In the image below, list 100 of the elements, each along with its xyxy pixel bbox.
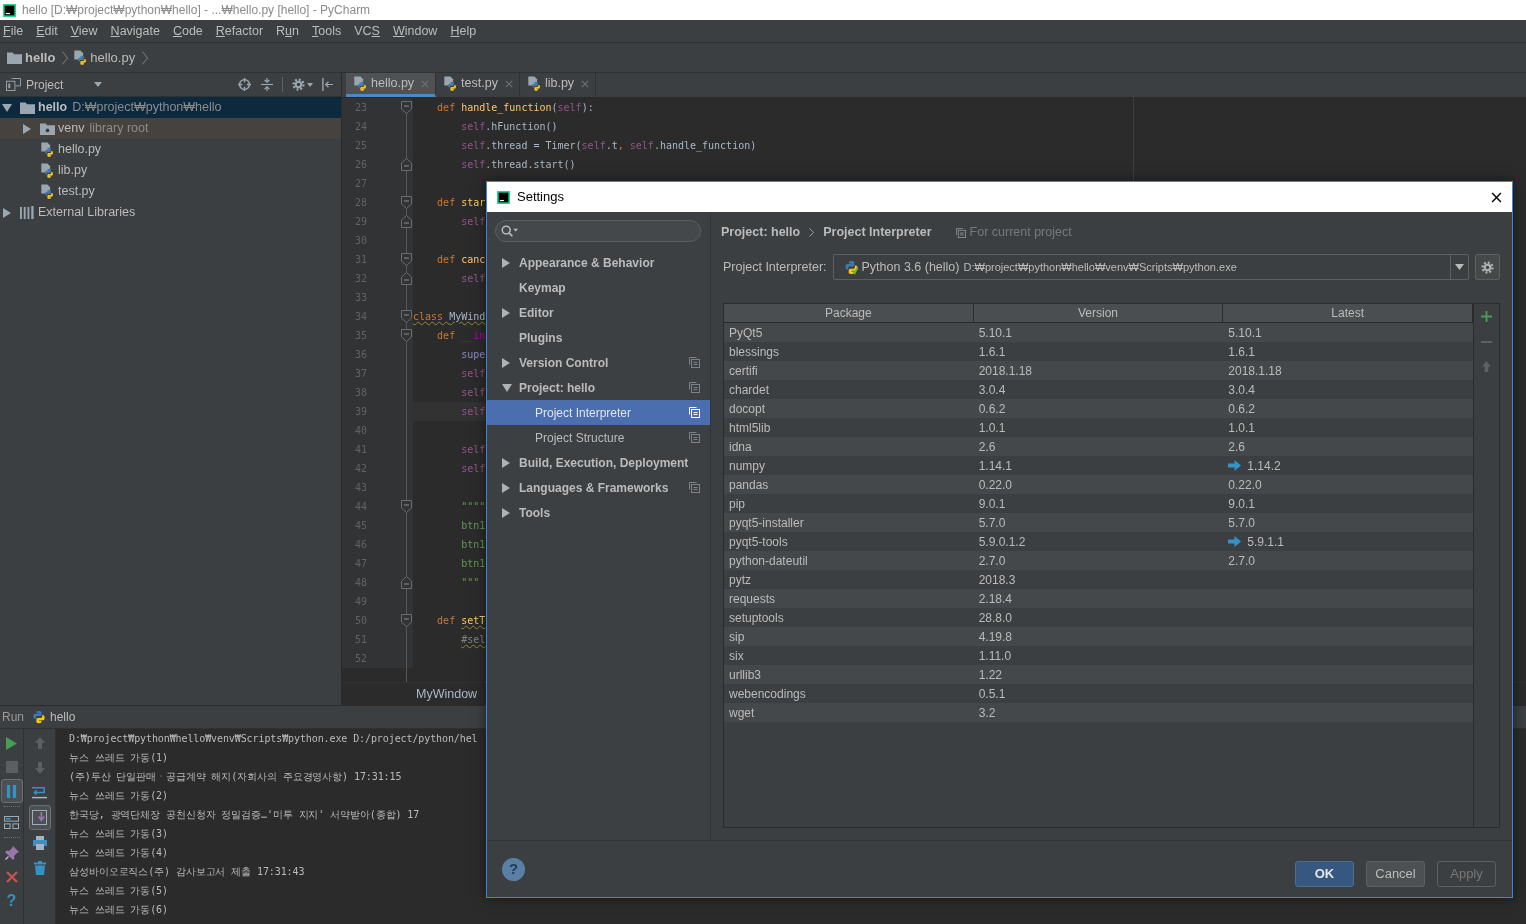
console-line: 한국당, 광역단체장 공천신청자 정밀검증…'미투 지지' 서약받아(종합) 17	[69, 808, 420, 822]
dropdown-arrow-icon	[1455, 264, 1464, 270]
breadcrumb-item[interactable]: Project: hello	[721, 223, 801, 242]
editor-tab[interactable]: test.py	[436, 73, 520, 97]
menu-item[interactable]: Navigate	[110, 23, 160, 39]
table-cell-text: 0.5.1	[978, 685, 1006, 703]
python-file-icon	[353, 76, 367, 91]
dropdown-caret-icon[interactable]	[307, 82, 313, 87]
dropdown-caret-icon	[94, 82, 103, 87]
code-line: self.thread.start()	[461, 158, 576, 172]
tree-item[interactable]: External Libraries	[0, 202, 341, 223]
menu-item[interactable]: Refactor	[215, 23, 264, 39]
collapse-all-icon[interactable]	[261, 78, 273, 91]
toggle-button[interactable]	[0, 779, 23, 803]
scroll-to-end-icon[interactable]	[32, 810, 47, 825]
breadcrumb-item[interactable]: hello	[7, 47, 56, 68]
code-line: btn1	[461, 557, 486, 571]
printer-icon[interactable]	[32, 835, 47, 850]
settings-tree-item[interactable]: Plugins	[487, 325, 710, 350]
menu-item[interactable]: VCS	[354, 23, 380, 39]
tree-item[interactable]: lib.py	[0, 160, 341, 181]
view-selector[interactable]: Project	[6, 75, 103, 94]
column-header[interactable]: Version	[973, 304, 1224, 323]
table-cell-text: 2.7.0	[978, 552, 1006, 570]
code-line: self	[461, 405, 486, 419]
layout-icon[interactable]	[4, 815, 19, 829]
table-cell-text: 5.10.1	[1228, 324, 1262, 342]
trash-icon[interactable]	[33, 860, 46, 875]
dialog-button[interactable]: OK	[1295, 861, 1354, 887]
table-cell-text: six	[729, 647, 744, 665]
settings-tree-item[interactable]: Languages & Frameworks	[487, 475, 710, 500]
menu-item[interactable]: View	[70, 23, 98, 39]
table-cell-text: 5.9.0.1.2	[978, 533, 1026, 551]
close-icon[interactable]	[1491, 191, 1502, 203]
table-cell-text: 2.6	[978, 438, 996, 456]
dialog-button[interactable]: Cancel	[1366, 861, 1425, 887]
tree-item[interactable]: hello D:₩project₩python₩hello	[0, 97, 341, 118]
menu-item[interactable]: File	[3, 23, 24, 39]
tree-item[interactable]: hello.py	[0, 139, 341, 160]
table-cell-text: 0.6.2	[978, 400, 1006, 418]
hide-panel-icon[interactable]	[322, 78, 333, 91]
table-cell-text: 3.2	[978, 704, 996, 722]
search-field[interactable]	[495, 220, 701, 242]
column-header[interactable]: Latest	[1223, 304, 1473, 323]
editor-tab[interactable]: lib.py	[519, 73, 597, 97]
pin-icon[interactable]	[4, 846, 19, 860]
search-icon	[501, 225, 518, 237]
settings-tree-item[interactable]: Editor	[487, 300, 710, 325]
pause-icon[interactable]	[6, 784, 17, 798]
code-line: def star	[437, 196, 486, 210]
code-line: btn1	[461, 538, 486, 552]
table-cell-text: urllib3	[729, 666, 761, 684]
help-button[interactable]: ?	[6, 893, 17, 909]
plus-icon[interactable]	[1481, 311, 1492, 322]
settings-tree-item[interactable]: Keymap	[487, 275, 710, 300]
menu-item[interactable]: Tools	[312, 23, 342, 39]
column-header[interactable]: Package	[724, 304, 974, 323]
table-cell-text: idna	[729, 438, 752, 456]
toggle-button[interactable]	[28, 805, 51, 830]
breadcrumb-item[interactable]: MyWindow	[416, 684, 478, 704]
tree-item[interactable]: test.py	[0, 181, 341, 202]
settings-tree-item[interactable]: Tools	[487, 500, 710, 525]
run-icon[interactable]	[6, 736, 17, 750]
interpreter-dropdown[interactable]: Python 3.6 (hello) D:₩project₩python₩hello₩venv₩Scripts₩python.exe	[832, 254, 1469, 280]
settings-tree-item[interactable]: Project Interpreter	[487, 400, 710, 425]
table-cell-text: 2018.1.18	[978, 362, 1033, 380]
gear-icon[interactable]	[292, 78, 305, 91]
code-line: class MyWind	[413, 310, 486, 324]
python-file-icon	[443, 76, 458, 91]
chevron-right-icon	[62, 50, 69, 65]
table-cell-text: 1.11.0	[978, 647, 1012, 665]
table-cell-text: pyqt5-installer	[729, 514, 804, 532]
code-line: supe	[461, 348, 486, 362]
breadcrumb-item[interactable]: Project Interpreter	[823, 223, 932, 242]
crosshair-icon[interactable]	[238, 78, 251, 91]
settings-button[interactable]	[1475, 254, 1500, 280]
settings-tree-item[interactable]: Build, Execution, Deployment	[487, 450, 710, 475]
table-cell-text: 5.10.1	[978, 324, 1013, 342]
soft-wrap-icon[interactable]	[32, 786, 47, 799]
run-tab[interactable]: hello	[32, 708, 76, 726]
menu-item[interactable]: Run	[276, 23, 299, 39]
menu-item[interactable]: Code	[172, 23, 203, 39]
table-cell-text: 0.22.0	[1228, 476, 1262, 494]
table-cell-text: certifi	[729, 362, 758, 380]
table-cell-text: pip	[729, 495, 745, 513]
menu-item[interactable]: Window	[392, 23, 438, 39]
settings-tree-item[interactable]: Version Control	[487, 350, 710, 375]
python-file-icon	[40, 142, 54, 157]
settings-tree-item[interactable]: Project Structure	[487, 425, 710, 450]
project-view-icon	[6, 78, 21, 91]
table-cell-text: numpy	[729, 457, 766, 475]
tree-item[interactable]: venv library root	[0, 118, 341, 139]
table-cell-text: 1.22	[978, 666, 1002, 684]
breadcrumb-item[interactable]: hello.py	[73, 47, 136, 68]
menu-item[interactable]: Help	[450, 23, 477, 39]
editor-tab[interactable]: hello.py	[346, 73, 437, 97]
settings-tree-item[interactable]: Appearance & Behavior	[487, 250, 710, 275]
menu-item[interactable]: Edit	[36, 23, 58, 39]
settings-tree-item[interactable]: Project: hello	[487, 375, 710, 400]
table-cell-text: pandas	[729, 476, 769, 494]
